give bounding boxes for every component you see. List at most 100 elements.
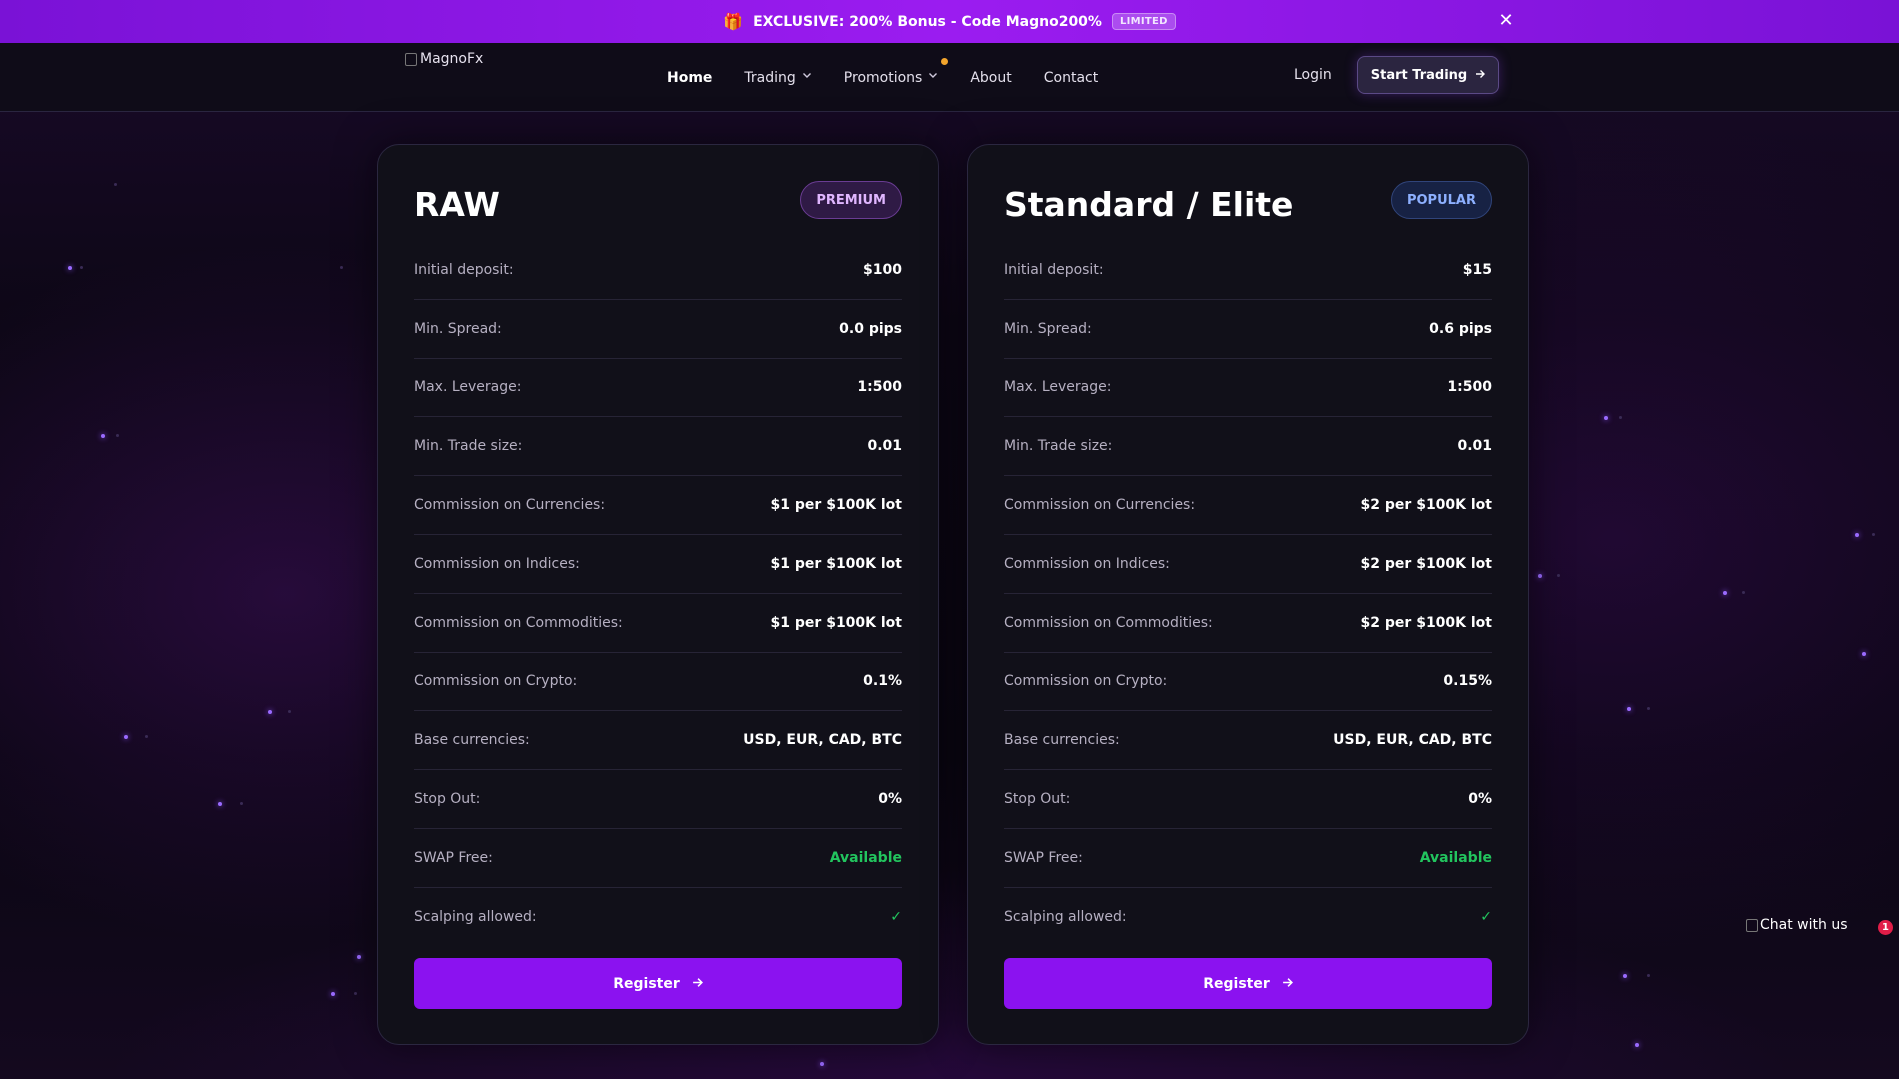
spec-label: Commission on Indices:	[414, 555, 580, 572]
particle	[354, 992, 357, 995]
particle	[1557, 574, 1560, 577]
particle	[101, 434, 105, 438]
start-trading-label: Start Trading	[1370, 67, 1468, 83]
nav-item-label: About	[970, 69, 1012, 86]
spec-label: SWAP Free:	[414, 849, 493, 866]
spec-row: SWAP Free: Available	[1004, 829, 1492, 888]
nav-item-label: Home	[667, 69, 713, 86]
gift-icon: 🎁	[723, 12, 744, 31]
chat-unread-badge: 1	[1878, 920, 1893, 935]
particle	[1872, 533, 1875, 536]
spec-row: Min. Trade size: 0.01	[414, 417, 902, 477]
spec-row: SWAP Free: Available	[414, 829, 902, 888]
spec-value: 0.0 pips	[839, 320, 902, 337]
nav-item-promotions[interactable]: Promotions	[844, 57, 949, 86]
spec-value: 0.1%	[863, 673, 902, 690]
limited-badge: LIMITED	[1111, 13, 1176, 30]
notification-dot	[941, 57, 949, 65]
spec-row: Commission on Crypto: 0.15%	[1004, 653, 1492, 712]
particle	[268, 710, 272, 714]
spec-row: Commission on Commodities: $2 per $100K l…	[1004, 594, 1492, 653]
account-title: RAW	[414, 185, 500, 224]
spec-row: Scalping allowed: ✓	[414, 888, 902, 947]
spec-value: 0.01	[867, 438, 902, 455]
arrow-right-icon	[1475, 68, 1486, 83]
nav-item-trading[interactable]: Trading	[744, 70, 811, 86]
spec-value: $15	[1462, 261, 1492, 278]
spec-label: Scalping allowed:	[1004, 909, 1127, 926]
spec-label: Min. Trade size:	[414, 438, 523, 455]
spec-row: Initial deposit: $100	[414, 241, 902, 300]
spec-row: Min. Spread: 0.0 pips	[414, 300, 902, 359]
spec-row: Stop Out: 0%	[1004, 770, 1492, 829]
nav-item-contact[interactable]: Contact	[1044, 70, 1098, 86]
spec-value: 0%	[878, 791, 902, 808]
spec-label: Commission on Commodities:	[1004, 614, 1213, 631]
main-menu: Home Trading Promotions About Contact	[667, 43, 1098, 112]
spec-value: $1 per $100K lot	[770, 614, 902, 631]
close-icon[interactable]: ✕	[1496, 11, 1516, 31]
particle	[68, 266, 72, 270]
logo-alt-text: MagnoFx	[420, 51, 484, 67]
spec-label: Base currencies:	[414, 732, 530, 749]
start-trading-button[interactable]: Start Trading	[1357, 56, 1499, 94]
chevron-down-icon	[928, 70, 938, 83]
particle	[820, 1062, 824, 1066]
logo[interactable]: MagnoFx	[405, 51, 483, 67]
promo-text: EXCLUSIVE: 200% Bonus - Code Magno200%	[753, 13, 1102, 30]
arrow-right-icon	[692, 976, 703, 992]
particle	[1635, 1043, 1639, 1047]
spec-label: Commission on Currencies:	[414, 497, 606, 514]
nav-item-home[interactable]: Home	[667, 70, 712, 86]
account-specs: Initial deposit: $15 Min. Spread: 0.6 pips…	[1004, 241, 1492, 947]
spec-label: Scalping allowed:	[414, 909, 537, 926]
spec-label: SWAP Free:	[1004, 849, 1083, 866]
register-button[interactable]: Register	[1004, 958, 1492, 1009]
particle	[145, 735, 148, 738]
spec-value: $1 per $100K lot	[770, 555, 902, 572]
particle	[80, 266, 83, 269]
chevron-down-icon	[802, 70, 812, 83]
spec-label: Min. Spread:	[1004, 320, 1092, 337]
spec-row: Base currencies: USD, EUR, CAD, BTC	[1004, 711, 1492, 771]
spec-value: 0.15%	[1443, 673, 1492, 690]
spec-value: $2 per $100K lot	[1360, 555, 1492, 572]
spec-value: 0.6 pips	[1429, 320, 1492, 337]
spec-label: Commission on Commodities:	[414, 614, 623, 631]
particle	[124, 735, 128, 739]
particle	[288, 710, 291, 713]
top-navigation: MagnoFx Home Trading Promotions About Co…	[0, 43, 1899, 112]
spec-value: Available	[1419, 849, 1492, 866]
particle	[340, 266, 343, 269]
chat-widget[interactable]: Chat with us	[1746, 917, 1848, 933]
register-label: Register	[1203, 975, 1270, 992]
particle	[114, 183, 117, 186]
register-button[interactable]: Register	[414, 958, 902, 1009]
particle	[1619, 416, 1622, 419]
spec-label: Min. Trade size:	[1004, 438, 1113, 455]
check-icon: ✓	[890, 909, 902, 926]
particle	[1627, 707, 1631, 711]
particle	[1855, 533, 1859, 537]
spec-label: Initial deposit:	[414, 261, 514, 278]
spec-value: 0.01	[1457, 438, 1492, 455]
nav-item-about[interactable]: About	[970, 70, 1011, 86]
spec-row: Initial deposit: $15	[1004, 241, 1492, 300]
promo-banner: 🎁 EXCLUSIVE: 200% Bonus - Code Magno200%…	[0, 0, 1899, 43]
spec-value: $2 per $100K lot	[1360, 497, 1492, 514]
spec-label: Initial deposit:	[1004, 261, 1104, 278]
spec-row: Min. Spread: 0.6 pips	[1004, 300, 1492, 359]
login-link[interactable]: Login	[1294, 67, 1332, 83]
spec-row: Commission on Indices: $2 per $100K lot	[1004, 535, 1492, 594]
spec-row: Scalping allowed: ✓	[1004, 888, 1492, 947]
particle	[218, 802, 222, 806]
spec-value: 0%	[1468, 791, 1492, 808]
chat-alt-text: Chat with us	[1760, 917, 1848, 933]
particle	[1604, 416, 1608, 420]
account-card-standard-elite: Standard / Elite POPULAR Initial deposit…	[967, 144, 1529, 1045]
spec-value: USD, EUR, CAD, BTC	[1333, 732, 1492, 749]
spec-value: $1 per $100K lot	[770, 497, 902, 514]
spec-value: 1:500	[857, 379, 902, 396]
spec-label: Commission on Crypto:	[1004, 673, 1168, 690]
spec-value: Available	[829, 849, 902, 866]
